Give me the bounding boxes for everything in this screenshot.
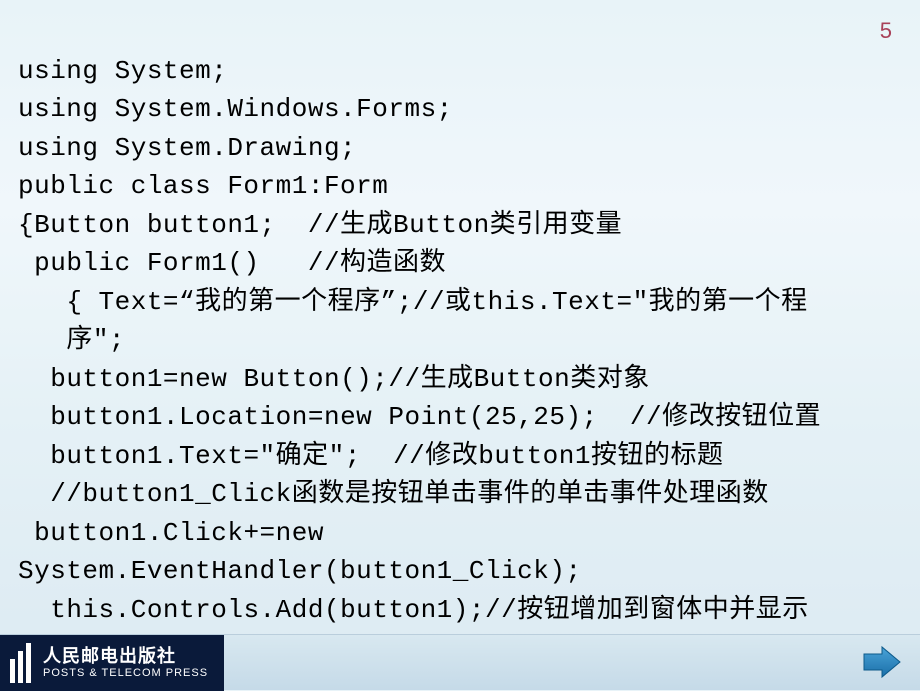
arrow-right-icon [860,644,902,680]
publisher-name-cn: 人民邮电出版社 [43,646,208,667]
code-line: public Form1() //构造函数 [18,244,902,282]
code-line: 序″; [18,321,902,359]
code-line: button1=new Button();//生成Button类对象 [18,360,902,398]
next-arrow-button[interactable] [860,644,902,680]
code-line: button1.Location=new Point(25,25); //修改按… [18,398,902,436]
code-line: using System; [18,52,902,90]
code-line: public class Form1:Form [18,167,902,205]
code-line: button1.Click+=new System.EventHandler(b… [18,514,902,591]
code-line: this.Controls.Add(button1);//按钮增加到窗体中并显示 [18,591,902,629]
code-line: { Text=“我的第一个程序”;//或this.Text=″我的第一个程 [18,283,902,321]
page-number: 5 [880,18,892,44]
code-block: using System; using System.Windows.Forms… [0,0,920,668]
code-line: using System.Drawing; [18,129,902,167]
publisher-logo: 人民邮电出版社 POSTS & TELECOM PRESS [0,635,224,691]
code-line: button1.Text=″确定″; //修改button1按钮的标题 [18,437,902,475]
publisher-name-en: POSTS & TELECOM PRESS [43,667,208,680]
code-line: {Button button1; //生成Button类引用变量 [18,206,902,244]
code-line: //button1_Click函数是按钮单击事件的单击事件处理函数 [18,475,902,513]
logo-stripes-icon [10,643,31,683]
code-line: using System.Windows.Forms; [18,90,902,128]
footer-bar: 人民邮电出版社 POSTS & TELECOM PRESS [0,634,920,690]
